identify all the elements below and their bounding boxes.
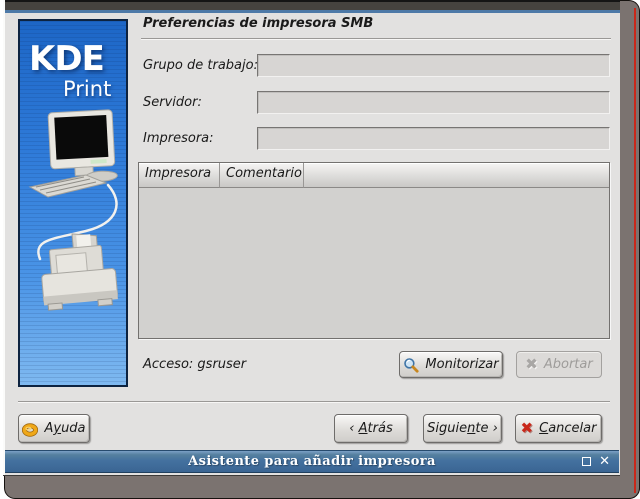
frame-accent-line xyxy=(3,10,620,13)
close-icon[interactable]: ✕ xyxy=(599,455,610,468)
abort-x-icon: ✖ xyxy=(525,357,538,372)
cancel-button[interactable]: ✖ Cancelar xyxy=(515,414,602,443)
magnifier-icon xyxy=(403,357,419,373)
help-button-label: Ayuda xyxy=(44,421,85,436)
print-logo-text: Print xyxy=(63,77,111,101)
printer-input[interactable] xyxy=(257,127,610,150)
next-button[interactable]: Siguiente › xyxy=(423,414,502,443)
column-header-comentario[interactable]: Comentario xyxy=(220,163,304,188)
dialog-surface: KDE Print Preferencias de impresora SMB … xyxy=(3,0,620,476)
frame-left-highlight xyxy=(3,0,5,475)
cancel-x-icon: ✖ xyxy=(521,421,534,436)
next-button-label: Siguiente › xyxy=(427,421,498,436)
window-title: Asistente para añadir impresora xyxy=(188,454,436,469)
cancel-button-label: Cancelar xyxy=(539,421,596,436)
column-header-impresora[interactable]: Impresora xyxy=(139,163,220,188)
frame-top-band xyxy=(3,2,620,10)
red-edge-accent xyxy=(634,8,636,493)
titlebar-buttons: ✕ xyxy=(582,451,610,472)
monitor-button[interactable]: Monitorizar xyxy=(399,351,503,378)
printer-list[interactable]: Impresora Comentario xyxy=(138,162,610,339)
server-label: Servidor: xyxy=(143,95,202,110)
window-shadow-right xyxy=(619,0,640,499)
workgroup-input[interactable] xyxy=(257,54,610,77)
kdeprint-sidebar-art: KDE Print xyxy=(18,19,128,387)
title-separator xyxy=(141,38,611,40)
help-button[interactable]: Ayuda xyxy=(18,414,90,443)
window-shadow-bottom xyxy=(4,475,640,499)
printer-label: Impresora: xyxy=(143,131,214,146)
help-lifebuoy-icon xyxy=(22,421,38,437)
monitor-button-label: Monitorizar xyxy=(425,357,498,372)
back-button-label: ‹ Atrás xyxy=(349,421,392,436)
window-titlebar[interactable]: Asistente para añadir impresora ✕ xyxy=(5,450,619,473)
page-title: Preferencias de impresora SMB xyxy=(143,16,373,31)
column-header-filler xyxy=(304,163,609,188)
add-printer-wizard-window: KDE Print Preferencias de impresora SMB … xyxy=(0,0,640,499)
printer-list-header: Impresora Comentario xyxy=(139,163,609,188)
abort-button-label: Abortar xyxy=(544,357,593,372)
workgroup-label: Grupo de trabajo: xyxy=(143,58,258,73)
abort-button[interactable]: ✖ Abortar xyxy=(516,351,602,378)
maximize-icon[interactable] xyxy=(582,457,591,466)
server-input[interactable] xyxy=(257,91,610,114)
back-button[interactable]: ‹ Atrás xyxy=(334,414,408,443)
access-user-label: Acceso: gsruser xyxy=(143,357,246,372)
kde-logo-text: KDE xyxy=(29,39,104,79)
footer-separator xyxy=(18,401,610,403)
